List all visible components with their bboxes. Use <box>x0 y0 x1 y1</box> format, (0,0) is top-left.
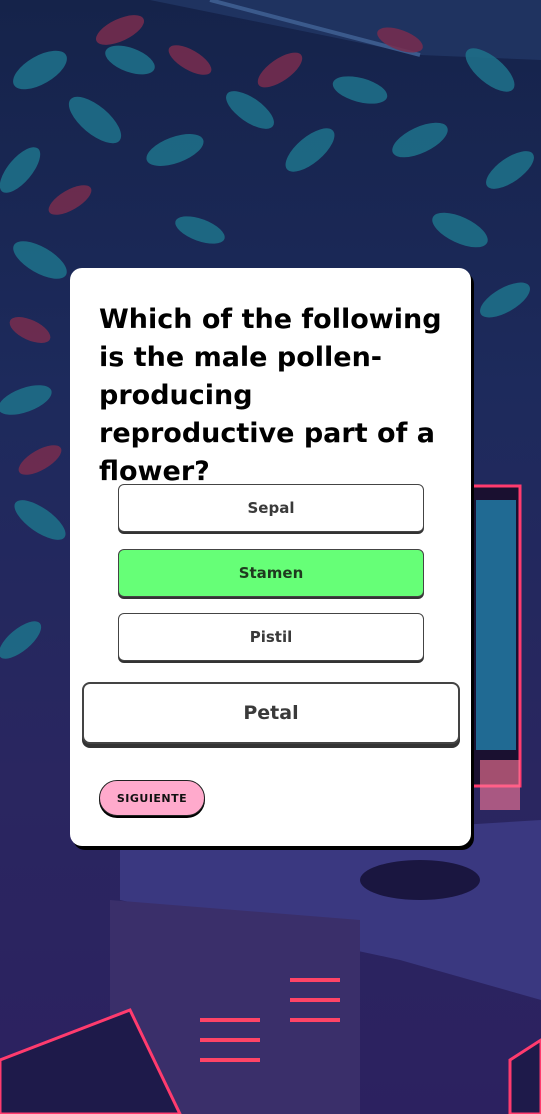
quiz-card: Which of the following is the male polle… <box>70 268 471 846</box>
answer-option-petal[interactable]: Petal <box>82 682 460 744</box>
answer-label: Stamen <box>238 564 304 582</box>
question-text: Which of the following is the male polle… <box>99 304 442 487</box>
answer-option-stamen[interactable]: Stamen <box>118 549 424 597</box>
answer-label: Pistil <box>249 628 293 646</box>
answer-label: Sepal <box>247 499 295 517</box>
answer-option-sepal[interactable]: Sepal <box>118 484 424 532</box>
next-button[interactable]: SIGUIENTE <box>99 780 205 816</box>
answer-label: Petal <box>243 702 299 724</box>
answer-option-pistil[interactable]: Pistil <box>118 613 424 661</box>
